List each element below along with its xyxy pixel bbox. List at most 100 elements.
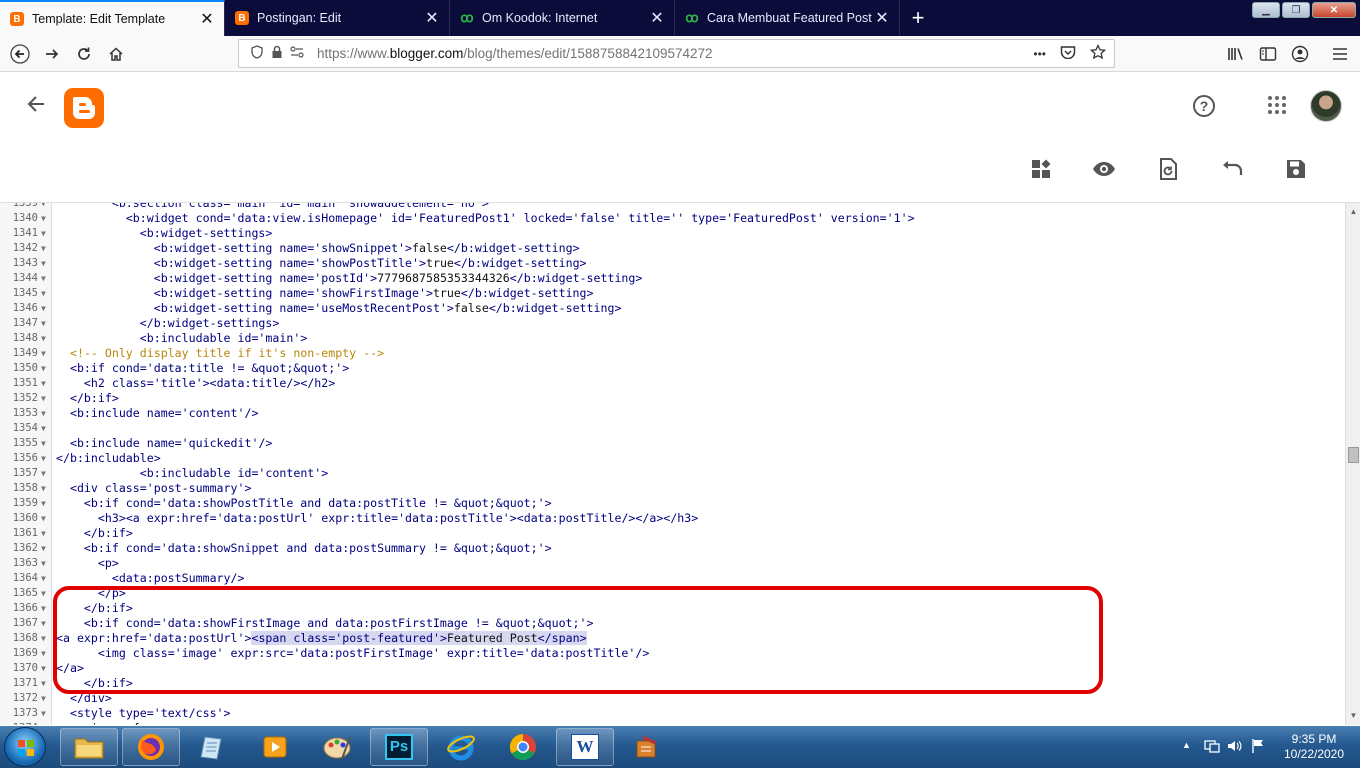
undo-icon[interactable] [1219, 156, 1245, 182]
forward-icon[interactable] [36, 38, 68, 70]
volume-icon[interactable] [1226, 738, 1242, 757]
code-text[interactable]: <h2 class='title'><data:title/></h2> [56, 376, 335, 391]
pocket-icon[interactable] [1060, 45, 1076, 62]
code-text[interactable]: <div class='post-summary'> [56, 481, 252, 496]
tab-om-koodok[interactable]: ꝏ Om Koodok: Internet ✕ [450, 0, 675, 36]
code-text[interactable]: <b:widget-setting name='showPostTitle'>t… [56, 256, 587, 271]
code-line[interactable]: 1352 ▼ </b:if> [0, 391, 1345, 406]
code-line[interactable]: 1346 ▼ <b:widget-setting name='useMostRec… [0, 301, 1345, 316]
fold-arrow-icon[interactable]: ▼ [41, 286, 46, 301]
help-icon[interactable]: ? [1193, 95, 1215, 117]
fold-arrow-icon[interactable]: ▼ [41, 646, 46, 661]
word-icon[interactable]: W [556, 728, 614, 766]
code-text[interactable]: <b:widget-setting name='showFirstImage'>… [56, 286, 594, 301]
code-text[interactable]: </p> [56, 586, 126, 601]
code-text[interactable]: </b:includable> [56, 451, 161, 466]
close-icon[interactable]: ✕ [423, 8, 441, 28]
fold-arrow-icon[interactable]: ▼ [41, 361, 46, 376]
restore-icon[interactable] [1155, 156, 1181, 182]
save-icon[interactable] [1283, 156, 1309, 182]
code-text[interactable]: <data:postSummary/> [56, 571, 245, 586]
close-icon[interactable]: ✕ [198, 9, 216, 29]
code-line[interactable]: 1358 ▼ <div class='post-summary'> [0, 481, 1345, 496]
code-text[interactable]: </b:if> [56, 676, 133, 691]
fold-arrow-icon[interactable]: ▼ [41, 571, 46, 586]
code-text[interactable]: </a> [56, 661, 84, 676]
fold-arrow-icon[interactable]: ▼ [41, 316, 46, 331]
code-text[interactable]: <b:if cond='data:showFirstImage and data… [56, 616, 594, 631]
code-line[interactable]: 1339 ▼ <b:section class='main' id='main' … [0, 203, 1345, 211]
fold-arrow-icon[interactable]: ▼ [41, 721, 46, 725]
fold-arrow-icon[interactable]: ▼ [41, 556, 46, 571]
avatar[interactable] [1310, 90, 1342, 122]
code-text[interactable]: </b:if> [56, 391, 119, 406]
fold-arrow-icon[interactable]: ▼ [41, 481, 46, 496]
code-line[interactable]: 1361 ▼ </b:if> [0, 526, 1345, 541]
tab-featured-post[interactable]: ꝏ Cara Membuat Featured Post d ✕ [675, 0, 900, 36]
code-line[interactable]: 1373 ▼ <style type='text/css'> [0, 706, 1345, 721]
code-text[interactable]: <style type='text/css'> [56, 706, 231, 721]
code-text[interactable]: <b:if cond='data:title != &quot;&quot;'> [56, 361, 349, 376]
shield-icon[interactable] [247, 45, 267, 62]
code-line[interactable]: 1348 ▼ <b:includable id='main'> [0, 331, 1345, 346]
chrome-icon[interactable] [494, 728, 552, 766]
fold-arrow-icon[interactable]: ▼ [41, 631, 46, 646]
network-icon[interactable] [1204, 738, 1220, 757]
code-line[interactable]: 1368 ▼ <a expr:href='data:postUrl'><span c… [0, 631, 1345, 646]
code-line[interactable]: 1345 ▼ <b:widget-setting name='showFirstI… [0, 286, 1345, 301]
fold-arrow-icon[interactable]: ▼ [41, 466, 46, 481]
fold-arrow-icon[interactable]: ▼ [41, 376, 46, 391]
page-actions-icon[interactable]: ••• [1033, 47, 1046, 61]
code-line[interactable]: 1349 ▼ <!-- Only display title if it's no… [0, 346, 1345, 361]
code-text[interactable]: </b:if> [56, 526, 133, 541]
fold-arrow-icon[interactable]: ▼ [41, 406, 46, 421]
code-line[interactable]: 1371 ▼ </b:if> [0, 676, 1345, 691]
url-bar[interactable]: https://www.blogger.com/blog/themes/edit… [238, 39, 1115, 68]
photoshop-icon[interactable]: Ps [370, 728, 428, 766]
code-line[interactable]: 1347 ▼ </b:widget-settings> [0, 316, 1345, 331]
paint-icon[interactable] [308, 728, 366, 766]
code-line[interactable]: 1365 ▼ </p> [0, 586, 1345, 601]
code-line[interactable]: 1363 ▼ <p> [0, 556, 1345, 571]
code-line[interactable]: 1356 ▼ </b:includable> [0, 451, 1345, 466]
fold-arrow-icon[interactable]: ▼ [41, 346, 46, 361]
widget-jump-icon[interactable] [1028, 156, 1054, 182]
code-editor[interactable]: 1339 ▼ <b:section class='main' id='main' … [0, 203, 1345, 725]
code-line[interactable]: 1342 ▼ <b:widget-setting name='showSnippe… [0, 241, 1345, 256]
code-line[interactable]: 1354 ▼ [0, 421, 1345, 436]
selected-text[interactable]: <span class='post-featured'>Featured Pos… [251, 631, 587, 645]
code-text[interactable]: <b:section class='main' id='main' showad… [56, 203, 489, 211]
code-text[interactable]: <b:includable id='main'> [56, 331, 308, 346]
code-line[interactable]: 1367 ▼ <b:if cond='data:showFirstImage an… [0, 616, 1345, 631]
taskbar-clock[interactable]: 9:35 PM 10/22/2020 [1280, 732, 1348, 762]
fold-arrow-icon[interactable]: ▼ [41, 211, 46, 226]
code-line[interactable]: 1343 ▼ <b:widget-setting name='showPostTi… [0, 256, 1345, 271]
tool-icon[interactable] [618, 728, 676, 766]
explorer-icon[interactable] [60, 728, 118, 766]
code-text[interactable]: <!-- Only display title if it's non-empt… [56, 346, 384, 361]
scrollbar-thumb[interactable] [1348, 447, 1359, 463]
fold-arrow-icon[interactable]: ▼ [41, 271, 46, 286]
fold-arrow-icon[interactable]: ▼ [41, 451, 46, 466]
back-icon[interactable] [4, 38, 36, 70]
code-line[interactable]: 1355 ▼ <b:include name='quickedit'/> [0, 436, 1345, 451]
fold-arrow-icon[interactable]: ▼ [41, 421, 46, 436]
code-text[interactable]: </b:widget-settings> [56, 316, 280, 331]
scroll-down-icon[interactable]: ▼ [1346, 709, 1360, 723]
internet-explorer-icon[interactable] [432, 728, 490, 766]
code-text[interactable]: <b:include name='quickedit'/> [56, 436, 272, 451]
scroll-up-icon[interactable]: ▲ [1346, 205, 1360, 219]
reload-icon[interactable] [68, 38, 100, 70]
code-line[interactable]: 1357 ▼ <b:includable id='content'> [0, 466, 1345, 481]
code-line[interactable]: 1362 ▼ <b:if cond='data:showSnippet and d… [0, 541, 1345, 556]
fold-arrow-icon[interactable]: ▼ [41, 601, 46, 616]
code-line[interactable]: 1369 ▼ <img class='image' expr:src='data:… [0, 646, 1345, 661]
code-text[interactable]: <b:includable id='content'> [56, 466, 328, 481]
code-line[interactable]: 1341 ▼ <b:widget-settings> [0, 226, 1345, 241]
new-tab-button[interactable]: + [900, 0, 936, 36]
fold-arrow-icon[interactable]: ▼ [41, 706, 46, 721]
maximize-button[interactable]: ❐ [1282, 2, 1310, 18]
close-icon[interactable]: ✕ [648, 8, 666, 28]
fold-arrow-icon[interactable]: ▼ [41, 541, 46, 556]
code-line[interactable]: 1353 ▼ <b:include name='content'/> [0, 406, 1345, 421]
